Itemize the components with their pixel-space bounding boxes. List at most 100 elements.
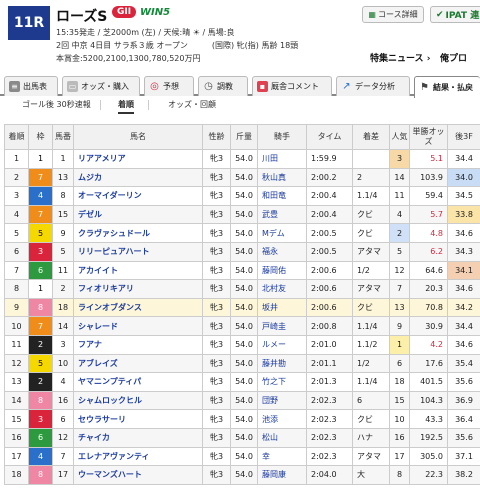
jockey-link[interactable]: 福永 <box>257 241 307 262</box>
course-detail-button[interactable]: ▦ コース詳細 <box>362 6 424 23</box>
tab-stable-comment[interactable]: ▪ 厩舎コメント <box>252 76 332 96</box>
horse-name-link[interactable]: フアナ <box>73 334 203 355</box>
horse-name-link[interactable]: ヤマニンプティパ <box>73 372 203 392</box>
subtab-odds-review[interactable]: オッズ・回顧 <box>168 99 216 110</box>
sexage-cell: 牝3 <box>202 149 231 169</box>
ipat-button[interactable]: ✔ IPAT 連 <box>430 6 480 23</box>
popularity-cell: 7 <box>389 279 410 299</box>
umaban-cell: 15 <box>52 204 74 225</box>
popularity-cell: 14 <box>389 167 410 188</box>
horse-name-link[interactable]: デゼル <box>73 204 203 225</box>
popularity-cell: 2 <box>389 223 410 243</box>
table-row: 4 7 15 デゼル 牝3 54.0 武豊 2:00.4 クビ 4 5.7 33.8 <box>4 204 480 225</box>
jockey-link[interactable]: 和田竜 <box>257 186 307 206</box>
last3f-cell: 34.1 <box>447 260 480 281</box>
check-icon: ✔ <box>436 9 444 20</box>
table-row: 17 4 7 エレナアヴァンティ 牝3 54.0 幸 2:02.3 アタマ 17 305.0 37.1 <box>4 446 480 467</box>
popularity-cell: 17 <box>389 446 410 467</box>
jockey-link[interactable]: 川田 <box>257 149 307 169</box>
waku-cell: 7 <box>28 167 53 188</box>
subtab-quick-result[interactable]: ゴール後 30秒速報 <box>22 99 91 110</box>
col-pop: 人気 <box>389 124 410 150</box>
jockey-link[interactable]: Mデム <box>257 223 307 243</box>
win5-badge: WIN5 <box>140 7 171 18</box>
last3f-cell: 34.5 <box>447 186 480 206</box>
race-prize: 本賞金:5200,2100,1300,780,520万円 <box>56 54 201 63</box>
table-row: 7 6 11 アカイイト 牝3 54.0 藤岡佑 2:00.6 1/2 12 64.6 34.1 <box>4 260 480 281</box>
margin-cell: 1/2 <box>352 260 390 281</box>
last3f-cell: 35.6 <box>447 372 480 392</box>
horse-name-link[interactable]: チャイカ <box>73 427 203 448</box>
waku-cell: 3 <box>28 409 53 429</box>
time-cell: 2:00.6 <box>306 260 353 281</box>
horse-name-link[interactable]: シャレード <box>73 316 203 336</box>
sexage-cell: 牝3 <box>202 334 231 355</box>
margin-cell: 1.1/4 <box>352 316 390 336</box>
horse-name-link[interactable]: リアアメリア <box>73 149 203 169</box>
jockey-link[interactable]: 団野 <box>257 390 307 411</box>
tab-prediction[interactable]: ◎ 予想 <box>144 76 194 96</box>
odds-cell: 5.1 <box>409 149 448 169</box>
finish-cell: 15 <box>4 409 29 429</box>
horse-name-link[interactable]: オーマイダーリン <box>73 186 203 206</box>
finish-cell: 11 <box>4 334 29 355</box>
tab-entries[interactable]: ≡ 出馬表 <box>4 76 58 96</box>
tab-results[interactable]: ⚑ 結果・払戻 <box>414 76 480 98</box>
jockey-link[interactable]: 松山 <box>257 427 307 448</box>
time-cell: 2:00.5 <box>306 241 353 262</box>
jockey-link[interactable]: 竹之下 <box>257 372 307 392</box>
horse-name-link[interactable]: エレナアヴァンティ <box>73 446 203 467</box>
jockey-link[interactable]: 秋山真 <box>257 167 307 188</box>
jockey-link[interactable]: 武豊 <box>257 204 307 225</box>
jockey-link[interactable]: 藤井勘 <box>257 353 307 374</box>
tab-data-analysis[interactable]: ↗ データ分析 <box>336 76 410 96</box>
special-news-link[interactable]: 特集ニュース › <box>370 51 430 64</box>
weight-cell: 54.0 <box>230 241 258 262</box>
jockey-link[interactable]: ルメー <box>257 334 307 355</box>
time-cell: 2:02.3 <box>306 409 353 429</box>
popularity-cell: 16 <box>389 427 410 448</box>
jockey-link[interactable]: 藤岡佑 <box>257 260 307 281</box>
horse-name-link[interactable]: リリーピュアハート <box>73 241 203 262</box>
finish-cell: 6 <box>4 241 29 262</box>
finish-cell: 13 <box>4 372 29 392</box>
last3f-cell: 38.2 <box>447 465 480 485</box>
tab-data-analysis-label: データ分析 <box>355 82 395 91</box>
sexage-cell: 牝3 <box>202 353 231 374</box>
my-prediction-link[interactable]: 俺プロ <box>440 51 467 64</box>
waku-cell: 4 <box>28 446 53 467</box>
horse-name-link[interactable]: ムジカ <box>73 167 203 188</box>
jockey-link[interactable]: 戸崎圭 <box>257 316 307 336</box>
waku-cell: 6 <box>28 260 53 281</box>
horse-name-link[interactable]: シャムロックヒル <box>73 390 203 411</box>
sexage-cell: 牝3 <box>202 186 231 206</box>
jockey-link[interactable]: 池添 <box>257 409 307 429</box>
time-cell: 2:00.8 <box>306 316 353 336</box>
jockey-link[interactable]: 藤岡康 <box>257 465 307 485</box>
flag-icon: ⚑ <box>420 82 429 93</box>
horse-name-link[interactable]: フィオリキアリ <box>73 279 203 299</box>
tab-training[interactable]: ◷ 調教 <box>198 76 248 96</box>
horse-name-link[interactable]: アカイイト <box>73 260 203 281</box>
subtab-finish-order[interactable]: 着順 <box>118 99 134 114</box>
finish-cell: 10 <box>4 316 29 336</box>
race-tabs: ≡ 出馬表 ▭ オッズ・購入 ◎ 予想 ◷ 調教 ▪ 厩舎コメント ↗ データ分… <box>0 76 480 98</box>
horse-name-link[interactable]: アブレイズ <box>73 353 203 374</box>
table-row: 6 3 5 リリーピュアハート 牝3 54.0 福永 2:00.5 アタマ 5 6.2 34.3 <box>4 241 480 262</box>
waku-cell: 8 <box>28 465 53 485</box>
last3f-cell: 37.1 <box>447 446 480 467</box>
odds-cell: 104.3 <box>409 390 448 411</box>
horse-name-link[interactable]: ラインオブダンス <box>73 297 203 318</box>
horse-name-link[interactable]: セウラサーリ <box>73 409 203 429</box>
jockey-link[interactable]: 坂井 <box>257 297 307 318</box>
col-waku: 枠 <box>28 124 53 150</box>
tab-odds[interactable]: ▭ オッズ・購入 <box>62 76 140 96</box>
sexage-cell: 牝3 <box>202 204 231 225</box>
horse-name-link[interactable]: ウーマンズハート <box>73 465 203 485</box>
weight-cell: 54.0 <box>230 316 258 336</box>
time-cell: 2:00.6 <box>306 279 353 299</box>
horse-name-link[interactable]: クラヴァシュドール <box>73 223 203 243</box>
waku-cell: 2 <box>28 334 53 355</box>
jockey-link[interactable]: 北村友 <box>257 279 307 299</box>
jockey-link[interactable]: 幸 <box>257 446 307 467</box>
